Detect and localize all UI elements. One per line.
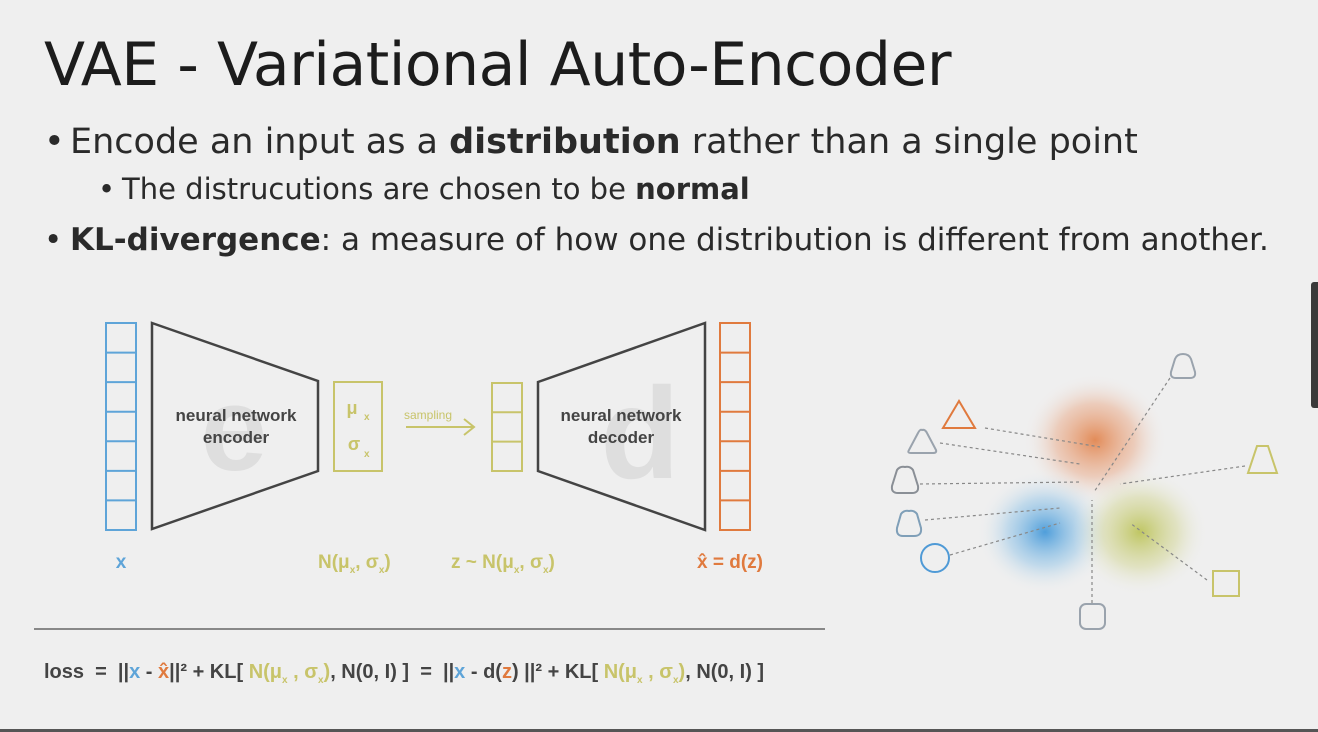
gray-rounded-triangle-icon (907, 428, 938, 454)
loss-normal: , σ (288, 661, 319, 683)
loss-text: - (140, 661, 158, 683)
dist-text: ) (384, 552, 390, 573)
loss-normal: N(μ (604, 661, 637, 683)
output-label: x̂ = d(z) (697, 552, 763, 573)
distribution-label: N(μx, σx) (318, 552, 391, 576)
loss-x: x (454, 661, 465, 683)
loss-normal: , σ (643, 661, 674, 683)
orange-triangle-icon (941, 399, 977, 429)
side-scroll-tab[interactable] (1311, 282, 1318, 408)
yellow-square-icon (1212, 570, 1240, 597)
latent-vector (491, 382, 523, 472)
encoder-label: encoder (203, 428, 270, 447)
gray-top-blob-icon (1169, 352, 1197, 379)
gray-blob-icon (890, 465, 920, 494)
output-hat: x̂ (697, 552, 708, 573)
input-label: x (116, 552, 127, 573)
latent-space (890, 352, 1279, 630)
output-vector (719, 322, 751, 531)
loss-formula: loss = ||x - x̂||² + KL[ N(μx , σx), N(0… (44, 661, 764, 686)
sigma-symbol: σ (348, 434, 360, 454)
loss-x: x (129, 661, 140, 683)
encoder-label: neural network (176, 406, 297, 425)
yellow-trapezoid-icon (1246, 445, 1279, 474)
input-vector (105, 322, 137, 531)
loss-normal: ) (324, 661, 331, 683)
loss-text: ) ||² + KL[ (512, 661, 604, 683)
mu-subscript: x (364, 412, 370, 423)
loss-text: - d( (465, 661, 502, 683)
blue-gray-blob-icon (895, 509, 923, 537)
loss-text: , N(0, I) ] (685, 661, 764, 683)
blue-circle-icon (920, 543, 950, 573)
loss-text: loss = || (44, 661, 129, 683)
z-text: z ~ N(μ (451, 552, 514, 573)
decoder-label: neural network (561, 406, 682, 425)
loss-normal: ) (679, 661, 686, 683)
loss-normal: N(μ (249, 661, 282, 683)
sampling-label: sampling (404, 408, 452, 422)
z-text: ) (549, 552, 555, 573)
loss-z: z (502, 661, 512, 683)
loss-xhat: x̂ (158, 661, 169, 683)
dist-text: N(μ (318, 552, 350, 573)
output-text: = d(z) (708, 552, 763, 573)
latent-params-box (333, 381, 383, 472)
gray-rounded-square-icon (1079, 603, 1106, 630)
z-text: , σ (519, 552, 543, 573)
dist-text: , σ (355, 552, 379, 573)
decoder-label: decoder (588, 428, 655, 447)
sigma-subscript: x (364, 449, 370, 460)
vae-diagram: e neural network encoder μ x σ x samplin… (34, 321, 1279, 686)
loss-text: , N(0, I) ] = || (330, 661, 454, 683)
loss-text: ||² + KL[ (169, 661, 249, 683)
z-sample-label: z ~ N(μx, σx) (451, 552, 555, 576)
mu-symbol: μ (346, 398, 357, 418)
